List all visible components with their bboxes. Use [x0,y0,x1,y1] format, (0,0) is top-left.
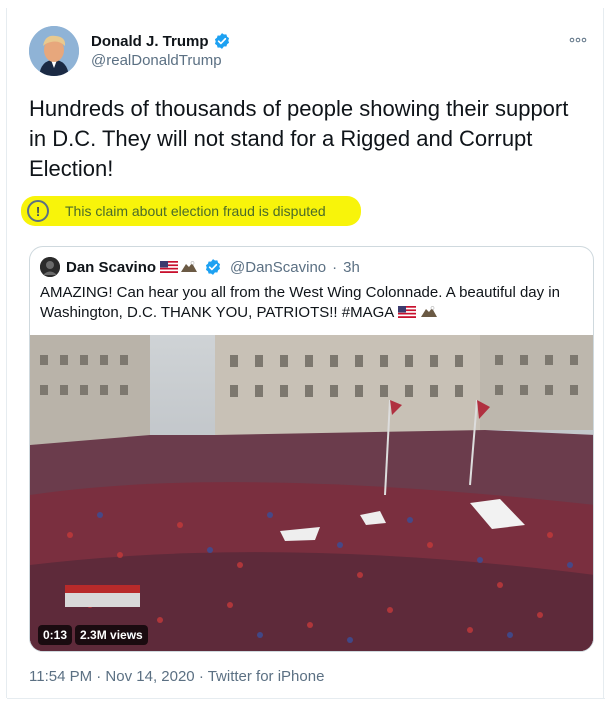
quoted-tweet[interactable]: Dan Scavino @DanScavino · 3h AMAZING! Ca… [29,246,594,652]
tweet-card: Donald J. Trump @realDonaldTrump Hundred… [6,8,605,699]
eagle-icon [181,261,198,272]
quoted-separator: · [332,258,338,276]
verified-badge-icon [214,33,229,49]
divider [7,698,605,699]
exclamation-icon: ! [27,200,49,222]
quoted-text-body: AMAZING! Can hear you all from the West … [40,284,560,321]
quoted-header: Dan Scavino @DanScavino · 3h [66,258,360,276]
quoted-author-handle: @DanScavino [230,258,327,276]
quoted-text: AMAZING! Can hear you all from the West … [40,283,585,323]
video-views: 2.3M views [75,625,148,645]
video-duration: 0:13 [38,625,73,645]
us-flag-icon [160,261,179,273]
quoted-author-avatar [40,257,60,277]
tweet-text: Hundreds of thousands of people showing … [29,96,569,181]
more-options-icon[interactable] [569,30,587,46]
dots-icon [569,37,587,43]
tweet-metadata[interactable]: 11:54 PM · Nov 14, 2020 · Twitter for iP… [29,668,324,685]
disputed-claim-label[interactable]: ! This claim about election fraud is dis… [21,196,361,226]
author-avatar[interactable] [29,26,79,76]
author-name[interactable]: Donald J. Trump [91,32,231,50]
avatar-image [29,26,79,76]
eagle-icon [420,306,437,317]
author-handle[interactable]: @realDonaldTrump [91,52,222,69]
video-player[interactable]: 0:13 2.3M views [30,335,593,651]
quoted-avatar-image [40,257,60,277]
author-name-text[interactable]: Donald J. Trump [91,33,209,50]
quoted-author-name: Dan Scavino [66,258,157,276]
quoted-verified-badge-icon [205,259,221,275]
video-stats: 0:13 2.3M views [38,625,148,645]
video-thumbnail [30,335,593,651]
disputed-claim-text[interactable]: This claim about election fraud is dispu… [65,203,326,219]
us-flag-icon [397,306,416,318]
quoted-time: 3h [343,258,360,276]
